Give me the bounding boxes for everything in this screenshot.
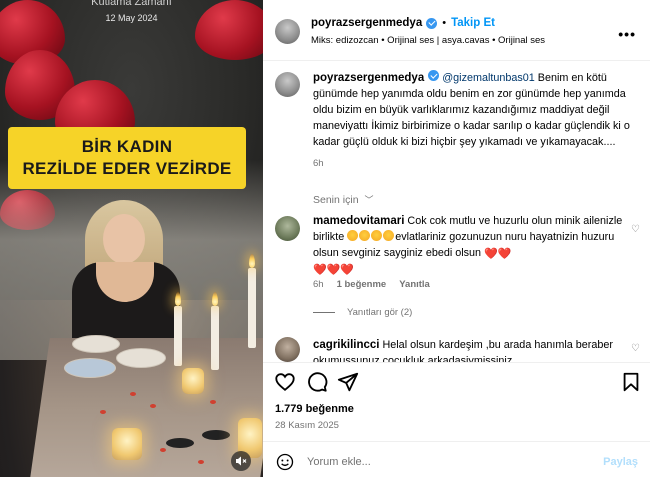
comment-like-icon[interactable]: ♡ xyxy=(631,343,640,354)
plate xyxy=(116,348,166,368)
comment-item: mamedovitamari Cok cok mutlu ve huzurlu … xyxy=(313,213,623,277)
caption-mention-link[interactable]: @gizemaltunbas01 xyxy=(442,72,535,84)
caption-username[interactable]: poyrazsergenmedya xyxy=(313,72,424,84)
rose-petal xyxy=(150,404,156,408)
reply-button[interactable]: Yanıtla xyxy=(399,279,430,290)
comment-time: 6h xyxy=(313,279,324,290)
smiling-face-icon xyxy=(359,230,371,241)
comments-section[interactable]: poyrazsergenmedya @gizemaltunbas01 Benim… xyxy=(263,0,650,362)
overlay-line-1: BİR KADIN xyxy=(81,137,173,156)
comment-meta: 6h 1 beğenme Yanıtla xyxy=(313,279,430,290)
candle-flame xyxy=(175,292,181,306)
candle-holder xyxy=(202,430,230,440)
video-caption-date: 12 May 2024 xyxy=(105,13,158,23)
candle-jar xyxy=(182,368,204,394)
view-replies-button[interactable]: Yanıtları gör (2) xyxy=(313,307,412,318)
candle-jar xyxy=(112,428,142,460)
rose-petal xyxy=(130,392,136,396)
comment-filter-dropdown[interactable]: Senin için ﹀ xyxy=(313,193,373,206)
post-media[interactable]: Kutlama Zamanı 12 May 2024 BİR KADIN REZ… xyxy=(0,0,263,477)
smiling-face-icon xyxy=(383,230,395,241)
rose-petal xyxy=(100,410,106,414)
caption-author-avatar[interactable] xyxy=(275,72,300,97)
post-comment-button[interactable]: Paylaş xyxy=(603,456,638,468)
heart-outline-icon[interactable] xyxy=(274,371,296,393)
candle-flame xyxy=(249,254,255,268)
candle-flame xyxy=(212,292,218,306)
add-comment-bar: Paylaş xyxy=(263,441,650,477)
action-bar xyxy=(263,362,650,402)
rose-petal xyxy=(160,448,166,452)
video-caption-title: Kutlama Zamanı xyxy=(91,0,172,8)
text-overlay: BİR KADIN REZİLDE EDER VEZİRDE xyxy=(8,127,246,189)
overlay-line-2: REZİLDE EDER VEZİRDE xyxy=(22,159,232,178)
red-heart-icon: ❤️❤️❤️ xyxy=(313,264,355,276)
plate xyxy=(72,335,120,353)
rose-petal xyxy=(198,460,204,464)
like-count[interactable]: 1.779 beğenme xyxy=(275,403,354,415)
commenter-avatar[interactable] xyxy=(275,337,300,362)
comment-like-count[interactable]: 1 beğenme xyxy=(337,279,387,290)
comment-text-end: evlatlariniz gozunuzun nuru hayatnizin h… xyxy=(313,231,615,259)
candle xyxy=(248,268,256,348)
replies-divider xyxy=(313,312,335,313)
verified-badge-icon xyxy=(428,70,440,81)
view-replies-label: Yanıtları gör (2) xyxy=(347,307,413,318)
chevron-down-icon: ﹀ xyxy=(364,195,374,205)
bookmark-icon[interactable] xyxy=(620,371,642,393)
comment-item: cagrikilincci Helal olsun kardeşim ,bu a… xyxy=(313,337,623,362)
post-side-panel: poyrazsergenmedya • Takip Et Miks: edizo… xyxy=(263,0,650,477)
plate xyxy=(64,358,116,378)
speaker-muted-icon xyxy=(236,456,247,466)
commenter-avatar[interactable] xyxy=(275,216,300,241)
comment-username[interactable]: cagrikilincci xyxy=(313,339,379,351)
comment-filter-label: Senin için xyxy=(313,194,359,206)
post-date: 28 Kasım 2025 xyxy=(275,420,339,431)
paper-plane-icon[interactable] xyxy=(337,371,359,393)
smiling-face-icon xyxy=(371,230,383,241)
candle-holder xyxy=(166,438,194,448)
red-heart-icon: ❤️❤️ xyxy=(484,248,512,260)
rose-petal xyxy=(210,400,216,404)
person-face xyxy=(103,214,145,264)
smiling-face-icon xyxy=(347,230,359,241)
caption-time: 6h xyxy=(313,158,324,169)
mute-button[interactable] xyxy=(231,451,251,471)
comment-username[interactable]: mamedovitamari xyxy=(313,215,404,227)
candle xyxy=(211,306,219,370)
comment-like-icon[interactable]: ♡ xyxy=(631,224,640,235)
candle xyxy=(174,306,182,366)
smiley-icon[interactable] xyxy=(276,453,294,471)
post-caption: poyrazsergenmedya @gizemaltunbas01 Benim… xyxy=(313,70,633,172)
comment-input[interactable] xyxy=(307,452,587,472)
comment-bubble-icon[interactable] xyxy=(306,371,328,393)
